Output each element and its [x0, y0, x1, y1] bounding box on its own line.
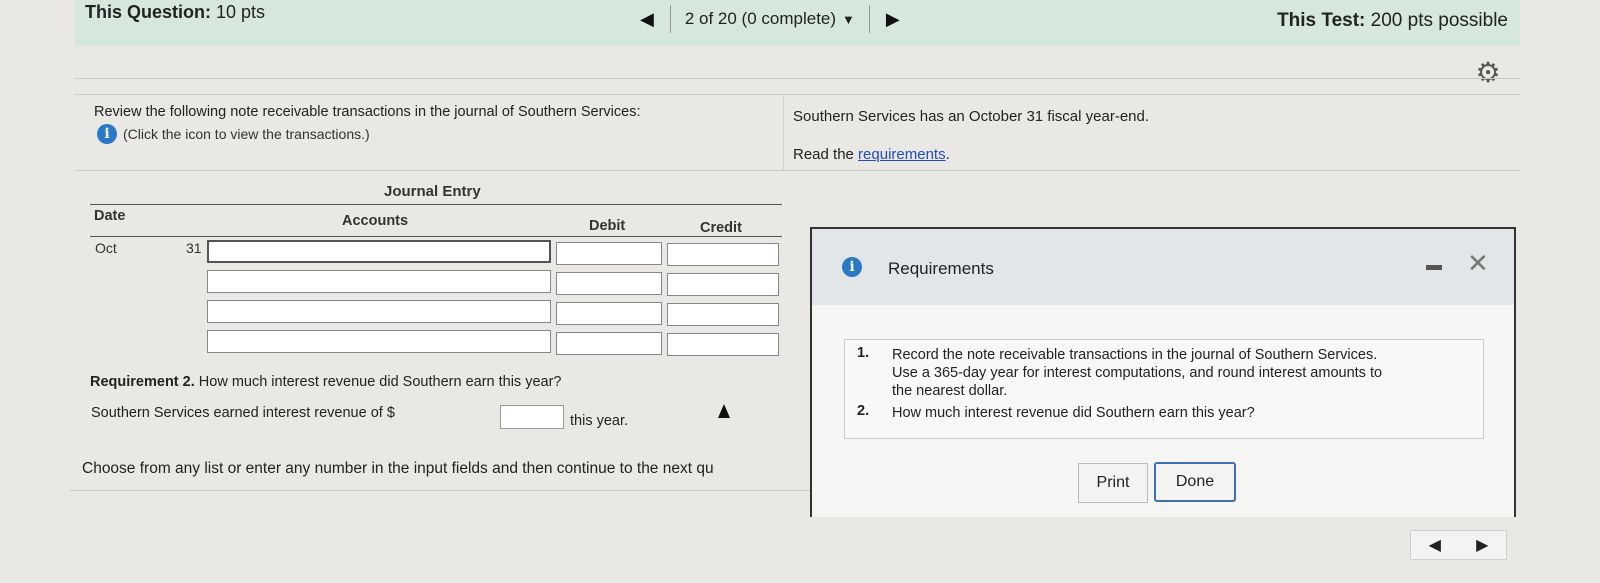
done-button[interactable]: Done: [1154, 462, 1236, 502]
debit-header: Debit: [589, 218, 626, 234]
page-navigator: ◀ ▶: [1410, 530, 1507, 560]
question-points-label: This Question: 10 pts: [85, 2, 266, 22]
requirement-1-line: the nearest dollar.: [892, 383, 1008, 399]
footer-instruction: Choose from any list or enter any number…: [82, 460, 714, 477]
account-field[interactable]: [207, 300, 551, 323]
requirement-1-line: Use a 365-day year for interest computat…: [892, 365, 1383, 381]
print-button[interactable]: Print: [1078, 463, 1148, 503]
requirement-2-answer-prefix: Southern Services earned interest revenu…: [91, 405, 395, 421]
previous-question-icon[interactable]: ◀: [640, 9, 654, 30]
close-icon[interactable]: ✕: [1467, 249, 1489, 279]
requirement-number: 2.: [857, 403, 870, 419]
requirement-2-line: How much interest revenue did Southern e…: [892, 405, 1255, 421]
debit-field[interactable]: [556, 272, 662, 295]
divider: [70, 490, 810, 491]
test-points-label: This Test: 200 pts possible: [1277, 10, 1508, 31]
divider: [75, 170, 1520, 171]
read-requirements-text: Read the requirements.: [793, 146, 950, 163]
divider: [90, 236, 782, 237]
view-transactions-link[interactable]: i (Click the icon to view the transactio…: [97, 124, 370, 144]
journal-entry-title: Journal Entry: [384, 183, 481, 200]
dialog-title: Requirements: [888, 259, 994, 278]
column-divider: [783, 95, 784, 170]
account-field[interactable]: [207, 330, 551, 353]
date-header: Date: [94, 208, 126, 224]
credit-field[interactable]: [667, 333, 779, 356]
minimize-icon[interactable]: [1426, 265, 1442, 270]
prev-page-icon[interactable]: ◀: [1429, 535, 1441, 555]
info-icon[interactable]: i: [97, 124, 117, 144]
debit-field[interactable]: [556, 302, 662, 325]
requirements-link[interactable]: requirements: [858, 146, 946, 163]
credit-field[interactable]: [667, 243, 779, 266]
hint-text: (Click the icon to view the transactions…: [123, 126, 370, 142]
interest-revenue-input[interactable]: [500, 405, 564, 429]
dialog-header: i Requirements ✕: [812, 229, 1514, 305]
divider: [90, 204, 782, 205]
chevron-down-icon: ▼: [842, 11, 855, 27]
requirements-list: 1. Record the note receivable transactio…: [844, 339, 1484, 439]
debit-field[interactable]: [556, 242, 662, 265]
divider: [75, 78, 1520, 79]
entry-day: 31: [186, 240, 202, 256]
debit-field[interactable]: [556, 332, 662, 355]
gear-icon[interactable]: ⚙: [1473, 58, 1503, 88]
requirements-dialog: i Requirements ✕ 1. Record the note rece…: [810, 227, 1516, 517]
credit-field[interactable]: [667, 303, 779, 326]
fiscal-year-text: Southern Services has an October 31 fisc…: [793, 108, 1150, 125]
account-field[interactable]: [207, 240, 551, 263]
credit-header: Credit: [700, 220, 742, 236]
next-question-icon[interactable]: ▶: [886, 9, 900, 30]
question-navigator: ◀ 2 of 20 (0 complete) ▼ ▶: [640, 4, 900, 34]
accounts-header: Accounts: [342, 213, 409, 229]
requirement-2-answer-suffix: this year.: [570, 413, 629, 429]
info-icon: i: [842, 257, 862, 277]
credit-field[interactable]: [667, 273, 779, 296]
question-position-dropdown[interactable]: 2 of 20 (0 complete) ▼: [669, 5, 870, 33]
requirement-2-question: Requirement 2. How much interest revenue…: [90, 374, 562, 390]
entry-month: Oct: [95, 240, 117, 256]
divider: [75, 94, 1520, 95]
requirement-number: 1.: [857, 345, 870, 361]
problem-prompt: Review the following note receivable tra…: [94, 104, 641, 120]
requirement-1-line: Record the note receivable transactions …: [892, 347, 1378, 363]
next-page-icon[interactable]: ▶: [1476, 535, 1488, 555]
mouse-cursor-icon: [718, 404, 730, 418]
account-field[interactable]: [207, 270, 551, 293]
question-position-text: 2 of 20 (0 complete): [684, 9, 837, 28]
